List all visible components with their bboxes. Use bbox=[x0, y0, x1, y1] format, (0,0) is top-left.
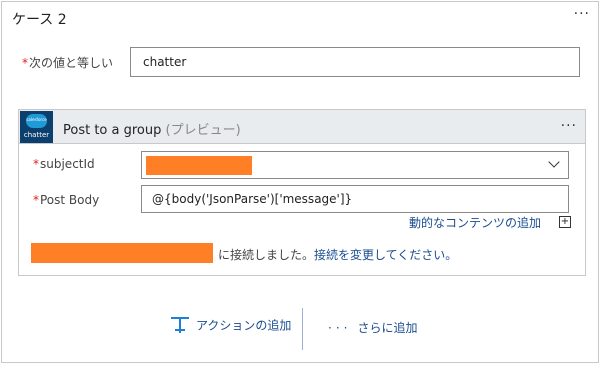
action-menu-button[interactable]: ··· bbox=[561, 119, 577, 133]
subject-id-label-text: subjectId bbox=[40, 157, 95, 171]
subject-id-label: *subjectId bbox=[33, 157, 95, 171]
footer-divider bbox=[302, 308, 303, 350]
connection-status: に接続しました。接続を変更してください。 bbox=[218, 246, 457, 263]
logo-word: chatter bbox=[23, 131, 50, 139]
more-dots-icon: ··· bbox=[328, 321, 352, 335]
post-body-input[interactable]: @{body('JsonParse')['message']} bbox=[141, 185, 569, 213]
add-action-icon bbox=[170, 316, 190, 336]
action-title-text: Post to a group bbox=[63, 123, 162, 138]
equals-label: *次の値と等しい bbox=[22, 54, 113, 71]
post-to-group-action-card: salesforce chatter Post to a group (プレビュ… bbox=[18, 109, 586, 276]
add-more-label: さらに追加 bbox=[357, 321, 418, 335]
subject-id-dropdown[interactable] bbox=[141, 151, 569, 179]
case-menu-button[interactable]: ··· bbox=[574, 7, 590, 21]
required-marker: * bbox=[33, 157, 39, 171]
connection-status-text: に接続しました。 bbox=[218, 248, 315, 262]
change-connection-link[interactable]: 接続を変更してください。 bbox=[314, 248, 457, 262]
logo-cloud-text: salesforce bbox=[26, 117, 47, 122]
plus-icon[interactable]: + bbox=[559, 216, 571, 228]
equals-value-input[interactable]: chatter bbox=[130, 47, 580, 77]
redacted-value bbox=[146, 156, 252, 175]
switch-case-card: ケース 2 ··· *次の値と等しい chatter salesforce ch… bbox=[1, 1, 599, 363]
chevron-down-icon bbox=[548, 156, 560, 168]
add-action-button[interactable]: アクションの追加 bbox=[170, 316, 291, 336]
post-body-label-text: Post Body bbox=[40, 193, 100, 207]
case-title: ケース 2 bbox=[12, 12, 67, 28]
equals-label-text: 次の値と等しい bbox=[29, 56, 114, 70]
add-more-button[interactable]: ··· さらに追加 bbox=[328, 319, 417, 336]
action-header[interactable]: salesforce chatter Post to a group (プレビュ… bbox=[19, 110, 585, 144]
chatter-logo: salesforce chatter bbox=[20, 111, 53, 143]
preview-tag: (プレビュー) bbox=[165, 123, 241, 138]
required-marker: * bbox=[33, 193, 39, 207]
required-marker: * bbox=[22, 56, 28, 70]
add-action-label: アクションの追加 bbox=[196, 318, 292, 333]
add-dynamic-content-link[interactable]: 動的なコンテンツの追加 bbox=[409, 214, 541, 231]
redacted-connection-name bbox=[31, 243, 213, 263]
post-body-label: *Post Body bbox=[33, 193, 99, 207]
action-title: Post to a group (プレビュー) bbox=[63, 119, 241, 138]
